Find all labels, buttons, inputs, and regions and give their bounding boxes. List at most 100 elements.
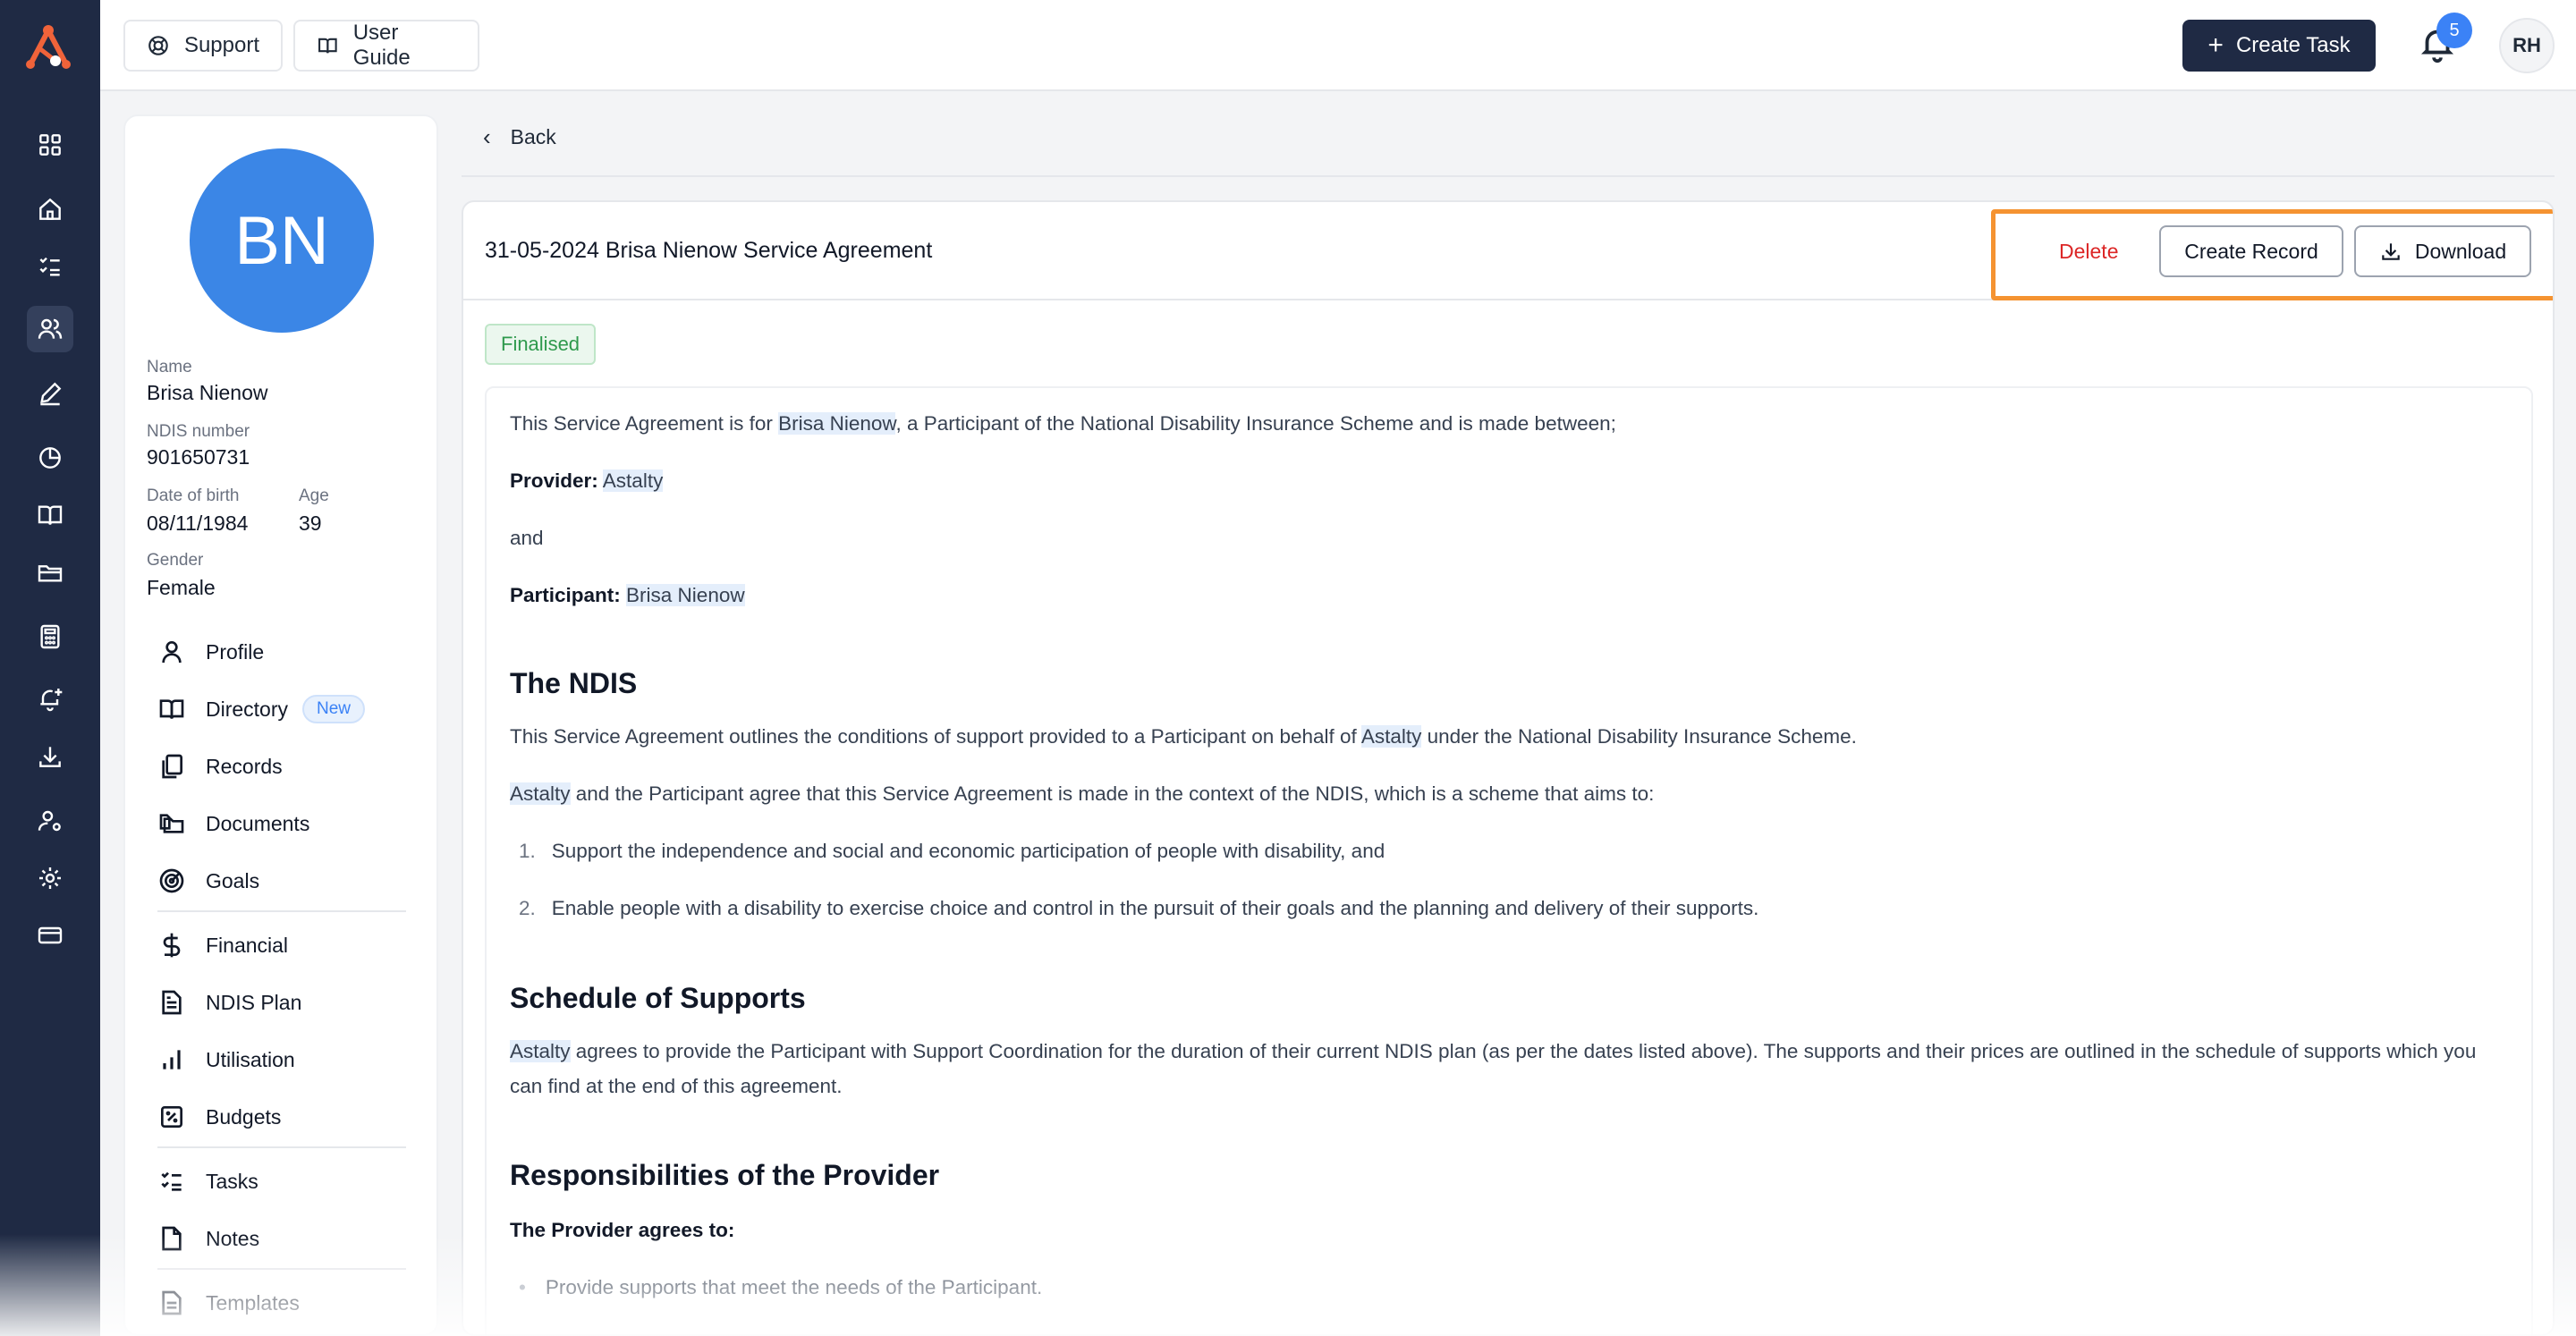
provider-token: Astalty: [1360, 725, 1422, 748]
person-icon: [162, 641, 182, 664]
copy-records-icon: [162, 754, 182, 779]
nav-label-tasks: Tasks: [206, 1169, 258, 1193]
main-divider: [462, 175, 2555, 177]
ndis-p2-post: and the Participant agree that this Serv…: [570, 782, 1655, 805]
ndis-number: 901650731: [147, 445, 250, 469]
provider-token: Astalty: [510, 1040, 571, 1062]
ndis-p1-post: under the National Disability Insurance …: [1421, 725, 1857, 748]
nav-divider: [157, 910, 406, 912]
nav-label-budgets: Budgets: [206, 1104, 282, 1129]
bar-chart-icon: [163, 1050, 181, 1070]
schedule-paragraph: Astalty agrees to provide the Participan…: [510, 1034, 2513, 1103]
ndis-paragraph-2: Astalty and the Participant agree that t…: [510, 776, 1654, 811]
notification-count-badge: 5: [2436, 13, 2472, 48]
nav-divider: [157, 1268, 406, 1270]
user-guide-button[interactable]: User Guide: [293, 20, 479, 72]
ndis-number-label: NDIS number: [147, 422, 250, 441]
app-logo-icon[interactable]: [20, 21, 77, 75]
credit-card-icon[interactable]: [27, 912, 73, 959]
nav-item-ndis-plan[interactable]: NDIS Plan: [157, 980, 417, 1025]
provider-agrees-line: The Provider agrees to:: [510, 1213, 734, 1247]
dob-value: 08/11/1984: [147, 512, 249, 535]
list-item: 2. Enable people with a disability to exe…: [519, 897, 1759, 919]
create-task-button[interactable]: + Create Task: [2182, 20, 2376, 72]
home-icon[interactable]: [27, 186, 73, 233]
back-link[interactable]: ‹ Back: [483, 123, 556, 151]
age-value: 39: [299, 512, 322, 535]
provider-label: Provider:: [510, 469, 598, 492]
back-label: Back: [510, 125, 556, 148]
and-line: and: [510, 527, 544, 549]
template-file-icon: [162, 1290, 182, 1315]
top-bar: Support User Guide + Create Task 5 RH: [100, 0, 2576, 91]
delete-button[interactable]: Delete: [2059, 240, 2118, 264]
age-label: Age: [299, 486, 329, 505]
intro-paragraph: This Service Agreement is for Brisa Nien…: [510, 406, 1616, 441]
participant-avatar: BN: [190, 148, 374, 333]
intro-pre: This Service Agreement is for: [510, 412, 779, 435]
nav-item-profile[interactable]: Profile: [157, 630, 417, 674]
dashboard-icon[interactable]: [27, 122, 73, 168]
checklist-icon: [161, 1171, 182, 1191]
list-item-1: Support the independence and social and …: [551, 840, 1385, 862]
bullet-1: Provide supports that meet the needs of …: [545, 1276, 1043, 1298]
target-icon: [159, 868, 184, 893]
participant-label: Participant:: [510, 584, 621, 606]
intro-post: , a Participant of the National Disabili…: [895, 412, 1616, 435]
calculator-icon[interactable]: [27, 613, 73, 660]
nav-divider: [157, 1146, 406, 1148]
file-text-icon: [162, 990, 182, 1015]
settings-gear-icon[interactable]: [27, 855, 73, 901]
download-button[interactable]: Download: [2354, 225, 2531, 277]
nav-label-notes: Notes: [206, 1226, 260, 1250]
bell-plus-icon[interactable]: [27, 676, 73, 723]
download-rail-icon[interactable]: [27, 733, 73, 780]
nav-item-financial[interactable]: Financial: [157, 923, 417, 968]
agreement-title: 31-05-2024 Brisa Nienow Service Agreemen…: [485, 238, 933, 263]
participant-token: Brisa Nienow: [778, 412, 896, 435]
participant-line: Participant: Brisa Nienow: [510, 578, 745, 613]
nav-label-utilisation: Utilisation: [206, 1047, 295, 1071]
nav-item-templates[interactable]: Templates: [157, 1281, 417, 1325]
name-label: Name: [147, 358, 192, 376]
nav-item-directory[interactable]: Directory New: [157, 687, 417, 731]
download-icon: [2382, 243, 2400, 260]
schedule-post: agrees to provide the Participant with S…: [510, 1040, 2477, 1097]
participant-token: Brisa Nienow: [626, 584, 745, 606]
new-badge: New: [302, 695, 366, 723]
folder-icon[interactable]: [27, 549, 73, 596]
nav-item-records[interactable]: Records: [157, 744, 417, 789]
nav-label-profile: Profile: [206, 639, 265, 664]
dob-label: Date of birth: [147, 486, 240, 505]
download-label: Download: [2414, 239, 2507, 263]
nav-item-notes[interactable]: Notes: [157, 1216, 417, 1261]
user-settings-icon[interactable]: [27, 798, 73, 844]
app-rail: [0, 0, 100, 1336]
heading-schedule-of-supports: Schedule of Supports: [510, 982, 806, 1014]
support-button[interactable]: Support: [123, 20, 283, 72]
book-icon[interactable]: [27, 492, 73, 538]
percent-box-icon: [161, 1106, 182, 1128]
pen-icon[interactable]: [27, 370, 73, 417]
open-book-icon: [318, 38, 337, 54]
note-icon: [162, 1226, 182, 1251]
status-badge: Finalised: [485, 324, 597, 365]
nav-item-documents[interactable]: Documents: [157, 801, 417, 846]
plus-icon: +: [2207, 30, 2224, 60]
participants-icon[interactable]: [27, 306, 73, 352]
task-list-icon[interactable]: [27, 243, 73, 290]
agreement-document: This Service Agreement is for Brisa Nien…: [485, 386, 2533, 1334]
nav-label-directory: Directory: [206, 697, 289, 721]
list-item: • Provide supports that meet the needs of…: [519, 1270, 1042, 1305]
dollar-icon: [163, 933, 181, 958]
nav-item-budgets[interactable]: Budgets: [157, 1095, 417, 1139]
pie-chart-icon[interactable]: [27, 435, 73, 481]
create-record-button[interactable]: Create Record: [2159, 225, 2343, 277]
nav-item-goals[interactable]: Goals: [157, 858, 417, 903]
user-avatar[interactable]: RH: [2499, 18, 2555, 73]
chevron-left-icon: ‹: [483, 123, 491, 150]
gender-value: Female: [147, 576, 216, 599]
nav-item-tasks[interactable]: Tasks: [157, 1159, 417, 1204]
nav-item-utilisation[interactable]: Utilisation: [157, 1037, 417, 1082]
nav-label-goals: Goals: [206, 868, 260, 892]
